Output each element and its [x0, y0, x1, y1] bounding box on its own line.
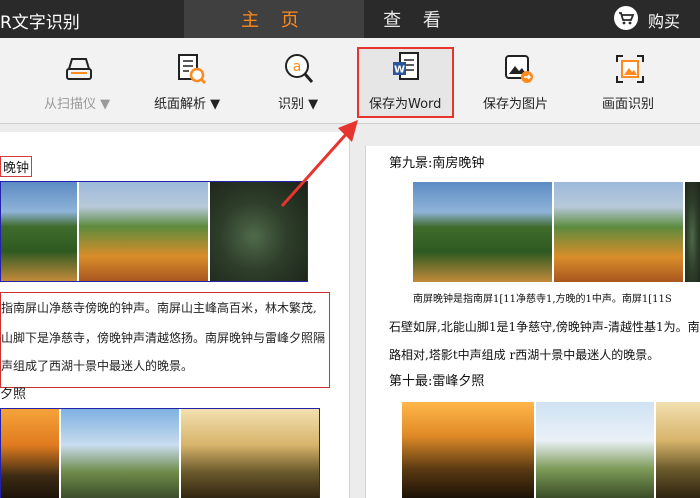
annotation-arrow [280, 120, 358, 207]
